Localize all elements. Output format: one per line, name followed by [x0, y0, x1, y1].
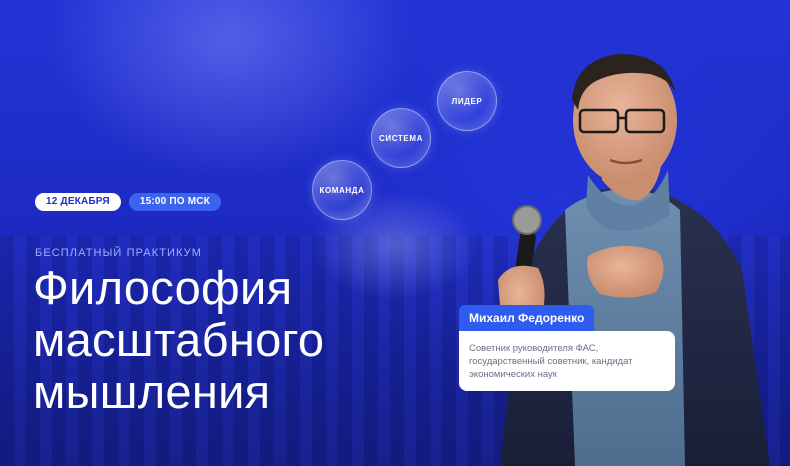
orb-team: КОМАНДА — [312, 160, 372, 220]
title-line: масштабного — [33, 313, 325, 366]
event-title: Философия масштабного мышления — [33, 262, 324, 418]
event-subtitle: БЕСПЛАТНЫЙ ПРАКТИКУМ — [35, 247, 203, 259]
speaker-name: Михаил Федоренко — [459, 305, 595, 331]
speaker-photo — [498, 54, 770, 466]
microphone-head — [512, 205, 542, 235]
orb-system: СИСТЕМА — [371, 108, 431, 168]
speaker-description: Советник руководителя ФАС, государственн… — [459, 331, 675, 391]
title-line: Философия — [33, 261, 293, 314]
time-badge: 15:00 ПО МСК — [128, 193, 221, 211]
event-badges: 12 ДЕКАБРЯ 15:00 ПО МСК — [35, 193, 221, 211]
right-hand — [587, 245, 664, 298]
title-line: мышления — [33, 365, 271, 418]
date-badge: 12 ДЕКАБРЯ — [35, 193, 121, 211]
